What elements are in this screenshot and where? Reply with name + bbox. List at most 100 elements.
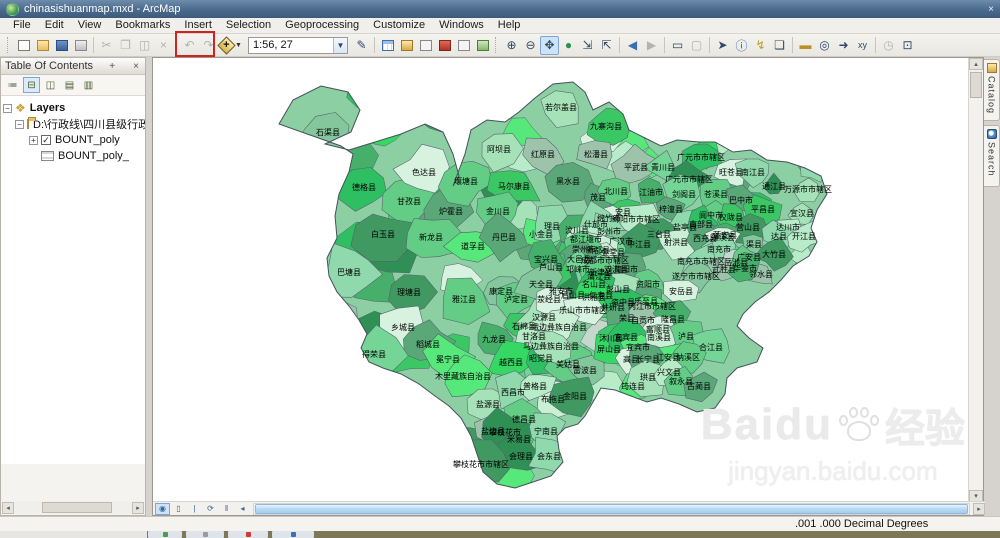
modelbuilder-icon[interactable] <box>473 36 492 55</box>
county-polygon[interactable] <box>769 450 789 472</box>
close-icon[interactable]: × <box>988 4 994 15</box>
print-icon[interactable] <box>71 36 90 55</box>
scrollbar-thumb[interactable] <box>255 503 968 514</box>
menu-selection[interactable]: Selection <box>219 18 278 33</box>
list-by-source-icon[interactable]: ⊟ <box>23 77 40 93</box>
viewer-window-icon[interactable]: ⊡ <box>898 36 917 55</box>
close-panel-icon[interactable]: × <box>131 61 141 72</box>
map-scale-value[interactable]: 1:56, 27 <box>249 39 333 51</box>
zoom-in-icon[interactable]: ⊕ <box>502 36 521 55</box>
menu-edit[interactable]: Edit <box>38 18 71 33</box>
arctoolbox-icon[interactable] <box>435 36 454 55</box>
go-to-xy-icon[interactable]: xy <box>853 36 872 55</box>
county-polygon[interactable] <box>734 394 770 422</box>
paste-icon[interactable]: ◫ <box>135 36 154 55</box>
taskbar-button[interactable] <box>148 531 182 538</box>
undo-icon[interactable]: ↶ <box>180 36 199 55</box>
cut-icon[interactable]: ✂ <box>97 36 116 55</box>
county-polygon[interactable] <box>568 420 609 460</box>
menu-bookmarks[interactable]: Bookmarks <box>108 18 177 33</box>
county-polygon[interactable] <box>807 382 833 405</box>
map-data-view[interactable]: 石渠县 德格县 甘孜县 色达县 炉霍县 壤塘县 马尔康县 金川县 白玉县 新龙县 道孚县 丹巴县 小金县… <box>153 58 968 502</box>
html-popup-icon[interactable]: ❏ <box>770 36 789 55</box>
fixed-zoom-out-icon[interactable]: ⇱ <box>597 36 616 55</box>
menu-geoprocessing[interactable]: Geoprocessing <box>278 18 366 33</box>
delete-icon[interactable]: × <box>154 36 173 55</box>
county-polygon[interactable] <box>397 429 442 468</box>
taskbar-button[interactable] <box>186 531 224 538</box>
county-polygon[interactable] <box>789 471 819 497</box>
menu-help[interactable]: Help <box>491 18 528 33</box>
add-data-button[interactable]: + ▼ <box>217 35 244 55</box>
menu-view[interactable]: View <box>71 18 109 33</box>
county-polygon[interactable] <box>788 118 821 146</box>
forward-extent-icon[interactable]: ▶ <box>642 36 661 55</box>
measure-icon[interactable]: ▬ <box>796 36 815 55</box>
sichuan-county-map[interactable]: 石渠县德格县甘孜县色达县炉霍县壤塘县马尔康县金川县白玉县 新龙县道孚县丹巴县 小金县… <box>153 58 968 502</box>
county-polygon[interactable] <box>806 450 832 474</box>
options-icon[interactable]: ▥ <box>80 77 97 93</box>
menu-file[interactable]: File <box>6 18 38 33</box>
taskbar-button[interactable] <box>272 531 314 538</box>
clear-selection-icon[interactable]: ▢ <box>687 36 706 55</box>
scroll-left-icon[interactable]: ◂ <box>2 501 14 514</box>
zoom-out-icon[interactable]: ⊖ <box>521 36 540 55</box>
layout-view-button[interactable]: ▯ <box>171 503 186 515</box>
full-extent-icon[interactable]: ● <box>559 36 578 55</box>
toc-horizontal-scrollbar[interactable]: ◂ ▸ <box>2 501 144 514</box>
expand-icon[interactable]: + <box>29 135 38 145</box>
refresh-button[interactable]: ⟳ <box>203 503 218 515</box>
county-polygon[interactable] <box>747 368 776 398</box>
county-polygon[interactable] <box>791 138 813 164</box>
list-by-visibility-icon[interactable]: ◫ <box>42 77 59 93</box>
time-slider-icon[interactable]: ◷ <box>879 36 898 55</box>
county-polygon[interactable] <box>709 448 736 472</box>
map-horizontal-scrollbar[interactable] <box>253 502 970 515</box>
scroll-up-icon[interactable]: ▴ <box>969 58 983 70</box>
map-scale-combobox[interactable]: 1:56, 27 ▼ <box>248 36 348 54</box>
county-polygon[interactable] <box>378 76 434 111</box>
scrollbar-thumb[interactable] <box>42 502 112 513</box>
catalog-window-icon[interactable] <box>397 36 416 55</box>
county-polygon[interactable] <box>781 377 808 404</box>
tab-search[interactable]: Search <box>984 125 1000 187</box>
chevron-down-icon[interactable]: ▼ <box>333 37 347 53</box>
select-elements-icon[interactable]: ➤ <box>713 36 732 55</box>
taskbar-button[interactable] <box>228 531 268 538</box>
scroll-left-button[interactable]: ◂ <box>235 503 250 515</box>
find-icon[interactable]: ◎ <box>815 36 834 55</box>
county-polygon[interactable] <box>315 298 359 342</box>
tab-catalog[interactable]: Catalog <box>984 59 1000 121</box>
find-route-icon[interactable]: ➜ <box>834 36 853 55</box>
new-document-icon[interactable] <box>14 36 33 55</box>
list-by-selection-icon[interactable]: ▤ <box>61 77 78 93</box>
copy-icon[interactable]: ❐ <box>116 36 135 55</box>
list-by-drawing-order-icon[interactable]: ≔ <box>4 77 21 93</box>
fixed-zoom-in-icon[interactable]: ⇲ <box>578 36 597 55</box>
scroll-right-icon[interactable]: ▸ <box>132 501 144 514</box>
collapse-icon[interactable]: − <box>15 119 24 129</box>
identify-icon[interactable]: ⓘ <box>732 36 751 55</box>
county-polygon[interactable] <box>668 114 701 140</box>
map-vertical-scrollbar[interactable]: ▴ ▾ <box>968 58 983 502</box>
scrollbar-thumb[interactable] <box>970 72 982 98</box>
hyperlink-icon[interactable]: ↯ <box>751 36 770 55</box>
county-polygon[interactable] <box>316 401 365 454</box>
pan-icon[interactable]: ✥ <box>540 35 559 55</box>
county-polygon[interactable] <box>783 284 807 309</box>
open-folder-icon[interactable] <box>33 36 52 55</box>
county-polygon[interactable] <box>804 362 832 388</box>
menu-customize[interactable]: Customize <box>366 18 432 33</box>
editor-toolbar-icon[interactable]: ✎ <box>352 36 371 55</box>
python-window-icon[interactable] <box>454 36 473 55</box>
pin-icon[interactable]: + <box>107 61 117 72</box>
toc-table-bount-poly[interactable]: BOUNT_poly_ <box>3 148 143 164</box>
county-polygon[interactable] <box>756 87 785 113</box>
back-extent-icon[interactable]: ◀ <box>623 36 642 55</box>
toc-group-layer[interactable]: − D:\行政线\四川县级行政! <box>3 116 145 132</box>
menu-insert[interactable]: Insert <box>177 18 219 33</box>
windows-taskbar[interactable] <box>0 531 1000 538</box>
layer-visibility-checkbox[interactable]: ✓ <box>41 135 51 145</box>
toc-layer-bount-poly[interactable]: + ✓ BOUNT_poly <box>3 132 143 148</box>
save-icon[interactable] <box>52 36 71 55</box>
